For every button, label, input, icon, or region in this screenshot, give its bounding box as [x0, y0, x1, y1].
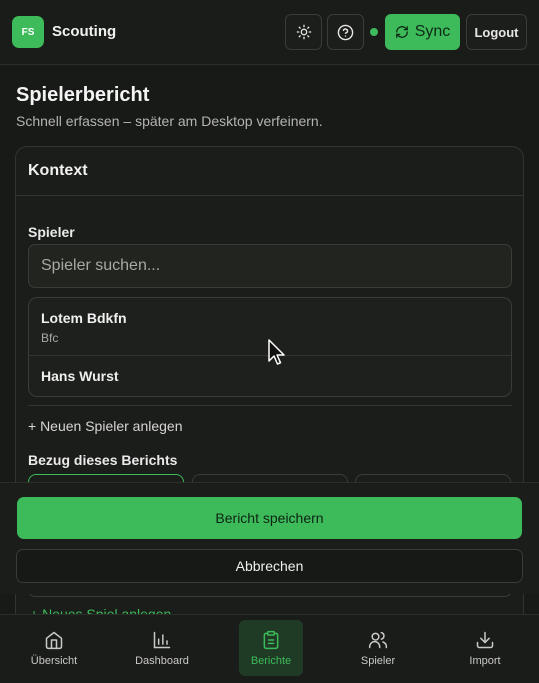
report-reference-label: Bezug dieses Berichts: [28, 452, 178, 468]
player-result-name: Hans Wurst: [41, 368, 119, 384]
divider: [28, 405, 512, 406]
nav-item-reports[interactable]: Berichte: [239, 620, 303, 676]
home-icon: [45, 631, 63, 649]
nav-item-dashboard[interactable]: Dashboard: [130, 620, 194, 676]
page-title: Spielerbericht: [16, 84, 150, 106]
mouse-cursor-icon: [268, 339, 285, 365]
nav-label: Übersicht: [30, 654, 78, 667]
sync-label: Sync: [414, 23, 451, 40]
refresh-icon: [395, 26, 408, 38]
context-card: Kontext Spieler Lotem Bdkfn Bfc Hans Wur…: [15, 146, 524, 683]
sync-button[interactable]: Sync: [385, 14, 460, 50]
player-result-club: Bfc: [41, 331, 59, 345]
nav-item-players[interactable]: Spieler: [346, 620, 410, 676]
nav-label: Import: [469, 654, 501, 667]
new-player-link[interactable]: + Neuen Spieler anlegen: [28, 418, 183, 434]
top-header: FS Scouting Sync Logout: [0, 0, 539, 65]
nav-item-overview[interactable]: Übersicht: [22, 620, 86, 676]
player-search-input[interactable]: [28, 244, 512, 288]
bar-chart-icon: [153, 631, 171, 648]
help-button[interactable]: [327, 14, 364, 50]
nav-label: Berichte: [250, 654, 292, 667]
theme-toggle-button[interactable]: [285, 14, 322, 50]
sticky-action-panel: Bericht speichern Abbrechen: [0, 482, 539, 594]
card-divider: [16, 195, 523, 196]
save-report-button[interactable]: Bericht speichern: [17, 497, 522, 539]
online-status-dot: [370, 28, 378, 36]
page-subtitle: Schnell erfassen – später am Desktop ver…: [16, 113, 323, 129]
nav-label: Dashboard: [135, 654, 189, 667]
card-title: Kontext: [28, 162, 88, 179]
nav-item-import[interactable]: Import: [453, 620, 517, 676]
nav-label: Spieler: [360, 654, 396, 667]
download-icon: [476, 631, 494, 648]
sun-icon: [296, 24, 311, 40]
bottom-navigation: Übersicht Dashboard Berichte Spieler Imp…: [0, 614, 539, 683]
users-icon: [368, 631, 388, 648]
clipboard-icon: [263, 630, 279, 649]
app-title: Scouting: [52, 23, 117, 40]
logout-button[interactable]: Logout: [466, 14, 527, 50]
help-circle-icon: [337, 24, 354, 40]
cancel-button[interactable]: Abbrechen: [16, 549, 523, 583]
app-logo: FS: [12, 16, 44, 48]
player-field-label: Spieler: [28, 224, 75, 240]
player-result-name: Lotem Bdkfn: [41, 310, 127, 326]
